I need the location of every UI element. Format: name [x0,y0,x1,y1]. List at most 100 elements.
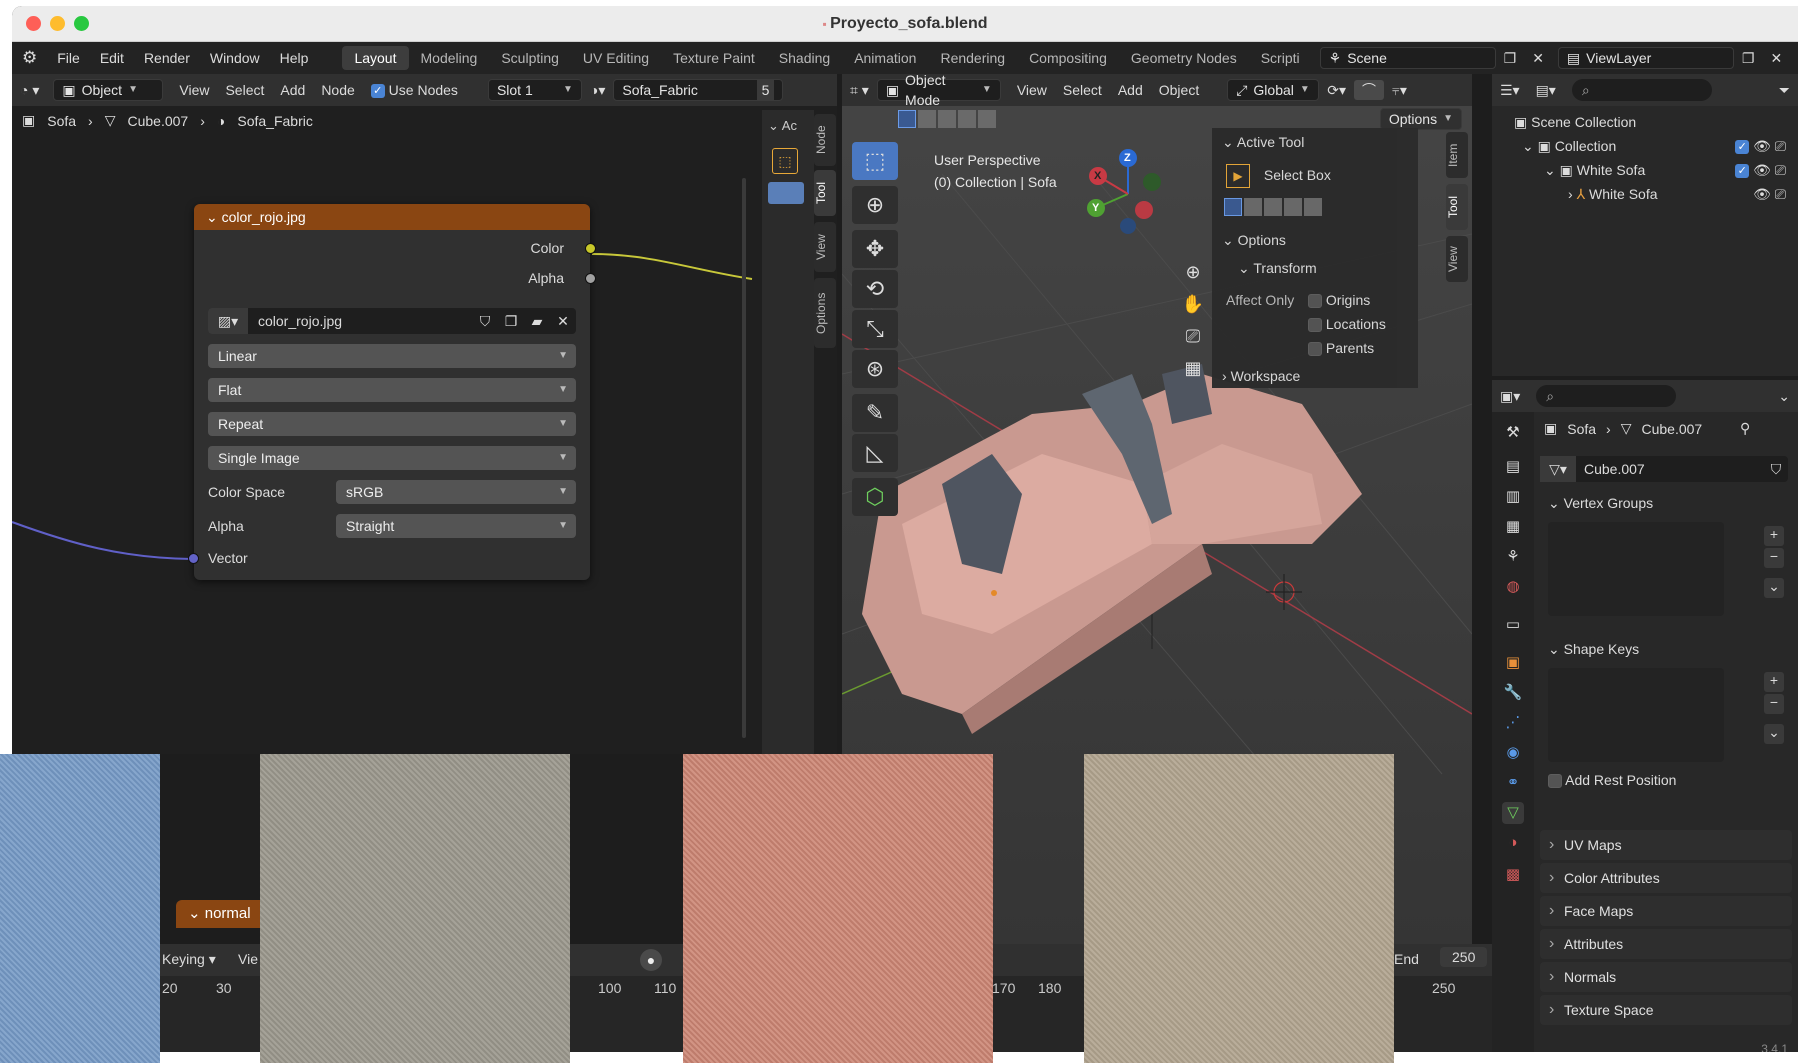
properties-editor[interactable]: ▣▾ ⌕ ⌄ ⚒ ▤ ▥ ▦ ⚘ ◍ ▭ ▣ 🔧 ⋰ ◉ ⚭ ▽ ◑ ▩ ▣ So… [1492,380,1798,1052]
new-view-layer-icon[interactable]: ❐ [1734,50,1763,67]
sidebar-tab-view[interactable]: View [1446,236,1468,282]
physics-tab-icon[interactable]: ◉ [1502,742,1524,764]
menu-add[interactable]: Add [1110,82,1151,98]
modifier-tab-icon[interactable]: 🔧 [1502,682,1524,704]
tab-geometry-nodes[interactable]: Geometry Nodes [1119,46,1249,70]
tool-tab-icon[interactable]: ⚒ [1502,422,1524,444]
delete-view-layer-icon[interactable]: ✕ [1762,50,1790,67]
measure-tool[interactable]: ◺ [852,434,898,472]
texture-space-section[interactable]: Texture Space [1540,995,1792,1025]
sidebar-tab-node[interactable]: Node [814,114,836,166]
fake-user-shield-icon[interactable]: ⛉ [1764,456,1788,482]
collection-tab-icon[interactable]: ▭ [1502,614,1524,636]
parents-checkbox[interactable]: Parents [1212,340,1418,357]
shader-node-editor[interactable]: ◔ ▾ ▣ Object ▼ View Select Add Node ✓ Use … [12,74,837,754]
add-rest-position-checkbox[interactable]: Add Rest Position [1548,772,1676,789]
menu-render[interactable]: Render [134,42,200,74]
vertical-scrollbar[interactable] [742,178,746,738]
sidebar-tab-item[interactable]: Item [1446,132,1468,178]
camera-icon[interactable]: ⎚ [1775,162,1786,178]
output-tab-icon[interactable]: ▥ [1502,486,1524,508]
display-mode-icon[interactable]: ▤▾ [1528,82,1564,99]
mode-extend-icon[interactable] [1244,198,1262,216]
menu-object[interactable]: Object [1151,82,1207,98]
origins-checkbox[interactable]: Origins [1212,292,1418,309]
record-icon[interactable]: ● [640,949,662,971]
image-name-field[interactable]: color_rojo.jpg [248,313,472,329]
vertex-groups-header[interactable]: ⌄ Vertex Groups [1540,488,1788,518]
mesh-data-tab-icon[interactable]: ▽ [1502,802,1524,824]
outliner[interactable]: ☰▾ ▤▾ ⌕ ⏷ ▣ Scene Collection ⌄ ▣ Collect… [1492,74,1798,376]
select-new-icon[interactable] [898,110,916,128]
image-browse-icon[interactable]: ▨▾ [208,308,248,334]
mode-subtract-icon[interactable] [1264,198,1282,216]
keying-menu[interactable]: Keying ▾ [162,951,216,968]
scene-selector[interactable]: ⚘ Scene [1319,47,1496,69]
shape-keys-header[interactable]: ⌄ Shape Keys [1540,634,1788,664]
transform-orientation-dropdown[interactable]: ⤢ Global ▼ [1227,79,1320,101]
uv-maps-section[interactable]: UV Maps [1540,830,1792,860]
snap-target-icon[interactable]: ⫧▾ [1384,82,1415,99]
snap-icon[interactable]: ⌒ [1353,80,1384,100]
options-dropdown[interactable]: Options ▼ [1379,108,1462,130]
tab-animation[interactable]: Animation [842,46,928,70]
specials-menu-icon[interactable]: ⌄ [1764,724,1784,744]
blender-logo-icon[interactable]: ⚙ [12,42,47,74]
sidebar-tab-tool[interactable]: Tool [814,170,836,216]
select-box-tool[interactable]: ⬚ [852,142,898,180]
menu-file[interactable]: File [47,42,90,74]
mesh-browse-icon[interactable]: ▽▾ [1540,456,1576,482]
extension-dropdown[interactable]: Repeat ▼ [208,412,576,436]
editor-type-icon[interactable]: ▣▾ [1492,388,1528,405]
eye-icon[interactable]: 👁 [1753,162,1771,178]
workspace-header[interactable]: › Workspace [1212,368,1418,384]
tab-texture-paint[interactable]: Texture Paint [661,46,767,70]
select-mode-icon[interactable] [768,182,804,204]
mode-intersect-icon[interactable] [1304,198,1322,216]
outliner-item-white-sofa[interactable]: ⌄ ▣ White Sofa ✓ 👁 ⎚ [1544,162,1786,179]
color-socket[interactable] [585,243,596,254]
object-tab-icon[interactable]: ▣ [1502,652,1524,674]
source-dropdown[interactable]: Single Image ▼ [208,446,576,470]
select-difference-icon[interactable] [958,110,976,128]
move-tool[interactable]: ✥ [852,230,898,268]
tab-compositing[interactable]: Compositing [1017,46,1119,70]
ortho-grid-icon[interactable]: ▦ [1178,352,1208,384]
options-header[interactable]: ⌄ Options [1212,232,1418,249]
visibility-controls[interactable]: 👁 ⎚ [1753,186,1786,203]
duplicate-image-icon[interactable]: ❐ [498,313,524,330]
image-texture-node[interactable]: ⌄ color_rojo.jpg Color Alpha ▨▾ color_ro… [188,204,596,580]
pivot-point-icon[interactable]: ⟳▾ [1319,82,1354,99]
scale-tool[interactable]: ⤡ [852,310,898,348]
editor-type-icon[interactable]: ☰▾ [1492,82,1528,99]
transform-header[interactable]: ⌄ Transform [1212,260,1418,277]
alpha-mode-dropdown[interactable]: Straight ▼ [336,514,576,538]
visibility-controls[interactable]: ✓ 👁 ⎚ [1735,162,1786,179]
locations-checkbox[interactable]: Locations [1212,316,1418,333]
menu-select[interactable]: Select [1055,82,1110,98]
active-tool-header[interactable]: ⌄ Active Tool [1212,134,1418,151]
mode-difference-icon[interactable] [1284,198,1302,216]
mesh-name-field[interactable]: Cube.007 [1576,456,1764,482]
color-attributes-section[interactable]: Color Attributes [1540,863,1792,893]
new-scene-icon[interactable]: ❐ [1496,50,1525,67]
camera-icon[interactable]: ⎚ [1178,320,1208,352]
menu-edit[interactable]: Edit [90,42,134,74]
eye-icon[interactable]: 👁 [1753,138,1771,154]
fake-user-shield-icon[interactable]: ⛉ [472,313,498,330]
annotate-tool[interactable]: ✎ [852,394,898,432]
select-intersect-icon[interactable] [978,110,996,128]
menu-window[interactable]: Window [200,42,270,74]
visibility-controls[interactable]: ✓ 👁 ⎚ [1735,138,1786,155]
tab-layout[interactable]: Layout [342,46,409,70]
camera-icon[interactable]: ⎚ [1775,186,1786,202]
projection-dropdown[interactable]: Flat ▼ [208,378,576,402]
world-tab-icon[interactable]: ◍ [1502,576,1524,598]
open-folder-icon[interactable]: ▰ [524,313,550,330]
select-extend-icon[interactable] [918,110,936,128]
select-subtract-icon[interactable] [938,110,956,128]
sidebar-tab-view[interactable]: View [814,222,836,272]
zoom-window-button[interactable] [74,16,89,31]
close-window-button[interactable] [26,16,41,31]
node-header[interactable]: ⌄ color_rojo.jpg [194,204,590,230]
